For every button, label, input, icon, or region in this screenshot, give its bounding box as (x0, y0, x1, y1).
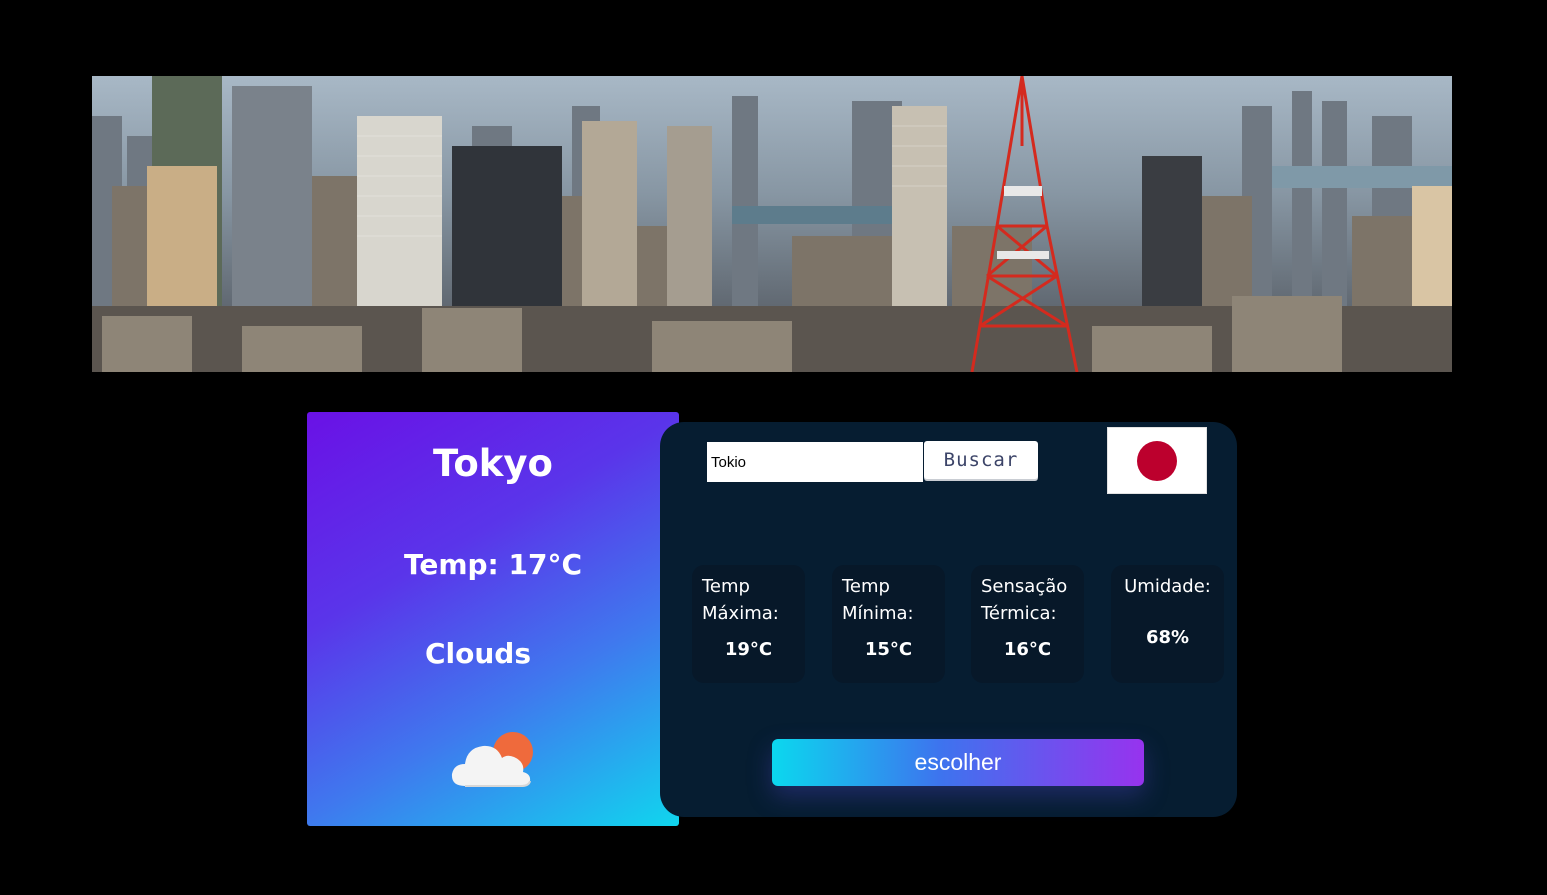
stat-card-min-temp: Temp Mínima: 15°C (832, 565, 945, 683)
city-search-input[interactable] (707, 442, 923, 482)
weather-card: Tokyo Temp: 17°C Clouds (307, 412, 679, 826)
city-name: Tokyo (433, 442, 553, 485)
weather-description: Clouds (424, 637, 532, 670)
stat-label: Umidade: (1124, 576, 1211, 597)
flag-sun (1137, 441, 1177, 481)
stat-value: 68% (1145, 627, 1190, 648)
current-temperature: Temp: 17°C (403, 548, 583, 581)
stat-card-feels-like: Sensação Térmica: 16°C (971, 565, 1084, 683)
search-button[interactable]: Buscar (924, 441, 1038, 479)
stat-value: 15°C (864, 639, 913, 660)
choose-button[interactable]: escolher (772, 739, 1144, 786)
stat-label: Temp Mínima: (842, 576, 914, 624)
stat-label: Temp Máxima: (702, 576, 779, 624)
japan-flag-icon (1108, 428, 1206, 493)
city-skyline-image (92, 76, 1452, 372)
banner-image (92, 76, 1452, 372)
stat-label: Sensação Térmica: (981, 576, 1068, 624)
stat-value: 19°C (724, 639, 773, 660)
stat-value: 16°C (1003, 639, 1052, 660)
stat-card-max-temp: Temp Máxima: 19°C (692, 565, 805, 683)
stat-card-humidity: Umidade: 68% (1111, 565, 1224, 683)
clouds-sun-icon (451, 732, 533, 787)
